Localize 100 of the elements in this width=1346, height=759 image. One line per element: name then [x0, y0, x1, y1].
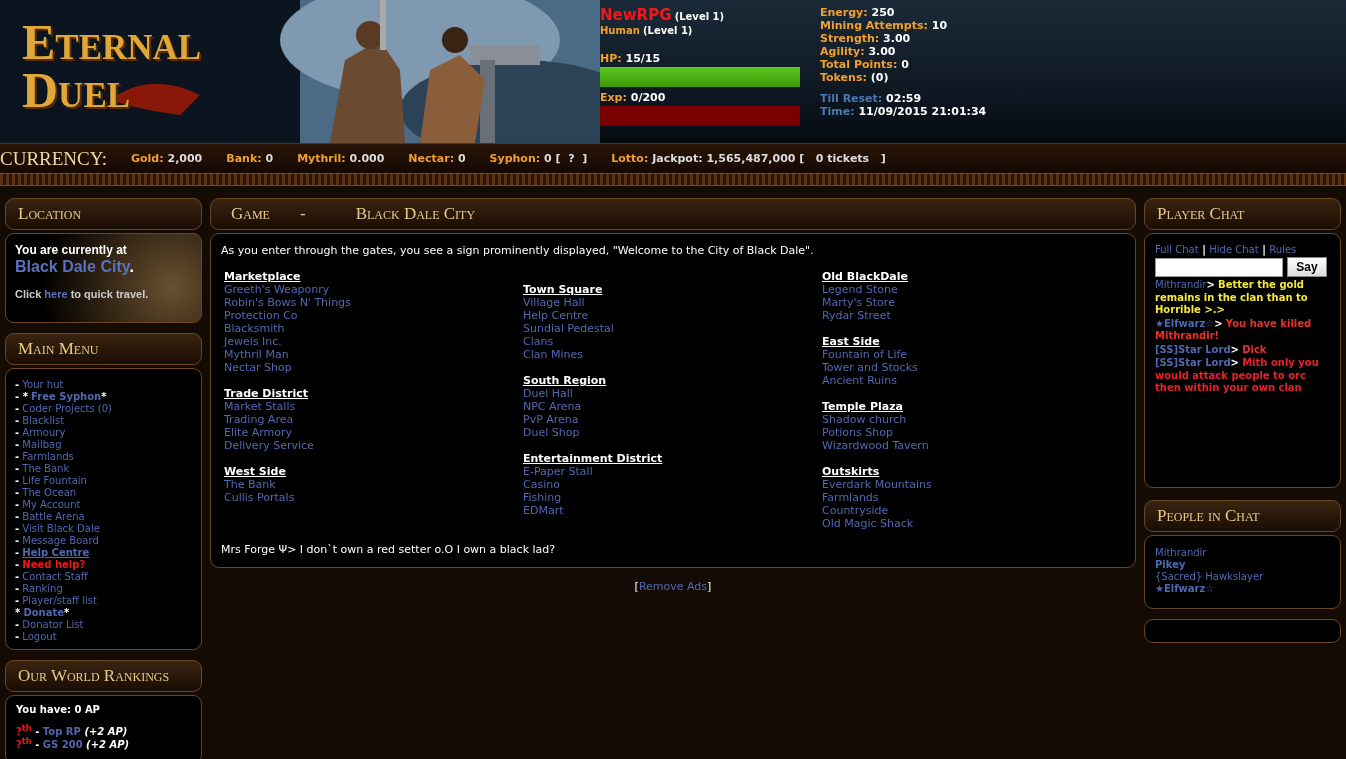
chat-user[interactable]: Mithrandir [1155, 547, 1330, 559]
location-link[interactable]: Greeth's Weaponry [224, 283, 330, 296]
chat-link[interactable]: Rules [1269, 244, 1297, 255]
menu-link[interactable]: Life Fountain [22, 475, 87, 486]
menu-link[interactable]: Donate [23, 607, 65, 618]
menu-link[interactable]: Mailbag [22, 439, 62, 450]
chat-user[interactable]: Pikey [1155, 559, 1330, 571]
location-link[interactable]: Cullis Portals [224, 491, 295, 504]
location-link[interactable]: Mythril Man [224, 348, 289, 361]
leaderboard-link[interactable]: GS 200 [42, 739, 83, 750]
bullet-text: - [15, 439, 20, 450]
menu-link[interactable]: Need help? [22, 559, 86, 570]
location-link[interactable]: Ancient Ruins [822, 374, 898, 387]
location-link[interactable]: Farmlands [822, 491, 879, 504]
panel-title: Location [18, 204, 82, 224]
location-link[interactable]: Market Stalls [224, 400, 296, 413]
chat-link[interactable]: Hide Chat [1209, 244, 1259, 255]
menu-link[interactable]: Farmlands [22, 451, 74, 462]
chat-user[interactable]: ★Elfwarz☆ [1155, 583, 1330, 595]
bullet-text: - [15, 499, 20, 510]
location-name: Black Dale City. [15, 258, 135, 275]
chat-user[interactable]: {Sacred} Hawkslayer [1155, 571, 1330, 583]
location-link[interactable]: Elite Armory [224, 426, 292, 439]
menu-link[interactable]: Donator List [22, 619, 84, 630]
location-link[interactable]: Casino [523, 478, 560, 491]
location-link[interactable]: E-Paper Stall [523, 465, 593, 478]
currency-item: Mythril: 0.000 [297, 152, 385, 165]
menu-link[interactable]: Coder Projects (0) [22, 403, 112, 414]
location-link[interactable]: Nectar Shop [224, 361, 292, 374]
quick-travel-text: Click here to quick travel. [15, 287, 150, 302]
player-race: Human [600, 25, 640, 36]
location-link[interactable]: Potions Shop [822, 426, 893, 439]
location-link[interactable]: Sundial Pedestal [523, 322, 614, 335]
menu-link[interactable]: Contact Staff [22, 571, 88, 582]
chat-message: [SS]Star Lord> Mith only you would attack people to orc then within your own clan [1155, 357, 1320, 395]
location-link[interactable]: The Bank [224, 478, 276, 491]
location-link[interactable]: NPC Arena [523, 400, 582, 413]
location-intro: You are currently at [15, 243, 128, 258]
location-link[interactable]: Jewels Inc. [224, 335, 282, 348]
location-link[interactable]: Legend Stone [822, 283, 898, 296]
menu-link[interactable]: The Ocean [22, 487, 77, 498]
menu-link[interactable]: Player/staff list [22, 595, 97, 606]
menu-link[interactable]: Visit Black Dale [22, 523, 100, 534]
location-link[interactable]: PvP Arena [523, 413, 579, 426]
location-link[interactable]: Fountain of Life [822, 348, 908, 361]
location-link[interactable]: Protection Co [224, 309, 298, 322]
location-link[interactable]: Marty's Store [822, 296, 895, 309]
location-link[interactable]: Robin's Bows N' Things [224, 296, 351, 309]
menu-link[interactable]: Help Centre [22, 547, 90, 558]
location-link[interactable]: Old Magic Shack [822, 517, 914, 530]
location-link[interactable]: EDMart [523, 504, 564, 517]
menu-link[interactable]: Logout [22, 631, 57, 642]
menu-link[interactable]: Armoury [22, 427, 66, 438]
location-link[interactable]: Clans [523, 335, 554, 348]
location-link[interactable]: Everdark Mountains [822, 478, 932, 491]
menu-link[interactable]: Battle Arena [22, 511, 85, 522]
say-button[interactable]: Say [1287, 257, 1327, 277]
currency-item: Lotto: Jackpot: 1,565,487,000 [ 0 tickets ] [611, 152, 886, 165]
stat-line: Time: 11/09/2015 21:01:34 [820, 105, 988, 118]
currency-title: CURRENCY: [0, 147, 107, 170]
player-name: NewRPG [600, 6, 672, 24]
here-link[interactable]: here [44, 288, 68, 300]
location-link[interactable]: Rydar Street [822, 309, 891, 322]
location-link[interactable]: Countryside [822, 504, 889, 517]
location-link[interactable]: Duel Hall [523, 387, 573, 400]
ap-summary: You have: 0 AP [16, 704, 101, 716]
district-heading: West Side [224, 465, 287, 478]
location-link[interactable]: Help Centre [523, 309, 589, 322]
location-link[interactable]: Shadow church [822, 413, 907, 426]
location-link[interactable]: Blacksmith [224, 322, 285, 335]
menu-link[interactable]: Your hut [22, 379, 64, 390]
menu-link[interactable]: The Bank [22, 463, 70, 474]
stat-line: Agility: 3.00 [820, 45, 897, 58]
menu-link[interactable]: Blacklist [22, 415, 65, 426]
menu-link[interactable]: Message Board [22, 535, 99, 546]
location-link[interactable]: Clan Mines [523, 348, 583, 361]
location-link[interactable]: Delivery Service [224, 439, 314, 452]
location-link[interactable]: Duel Shop [523, 426, 580, 439]
location-link[interactable]: Village Hall [523, 296, 585, 309]
location-link[interactable]: Trading Area [224, 413, 294, 426]
location-link[interactable]: Fishing [523, 491, 562, 504]
district-heading: Temple Plaza [822, 400, 904, 413]
location-link[interactable]: Wizardwood Tavern [822, 439, 929, 452]
currency-item: Gold: 2,000 [131, 152, 203, 165]
menu-link[interactable]: Ranking [22, 583, 63, 594]
leaderboard-link[interactable]: Top RP [42, 726, 81, 737]
bracket: ] [707, 580, 712, 593]
bullet-text: * [101, 391, 107, 402]
district-heading: Marketplace [224, 270, 302, 283]
chat-input[interactable] [1155, 257, 1283, 277]
player-level: (Level 1) [674, 11, 725, 22]
remove-ads-link[interactable]: Remove Ads [638, 580, 708, 593]
district-heading: Entertainment District [523, 452, 664, 465]
bullet-text: - [15, 415, 20, 426]
link-separator: | [1261, 244, 1267, 255]
location-link[interactable]: Tower and Stocks [822, 361, 918, 374]
chat-link[interactable]: Full Chat [1155, 244, 1199, 255]
menu-link[interactable]: Free Syphon [31, 391, 102, 402]
dash-text: - [35, 739, 40, 750]
menu-link[interactable]: My Account [22, 499, 81, 510]
